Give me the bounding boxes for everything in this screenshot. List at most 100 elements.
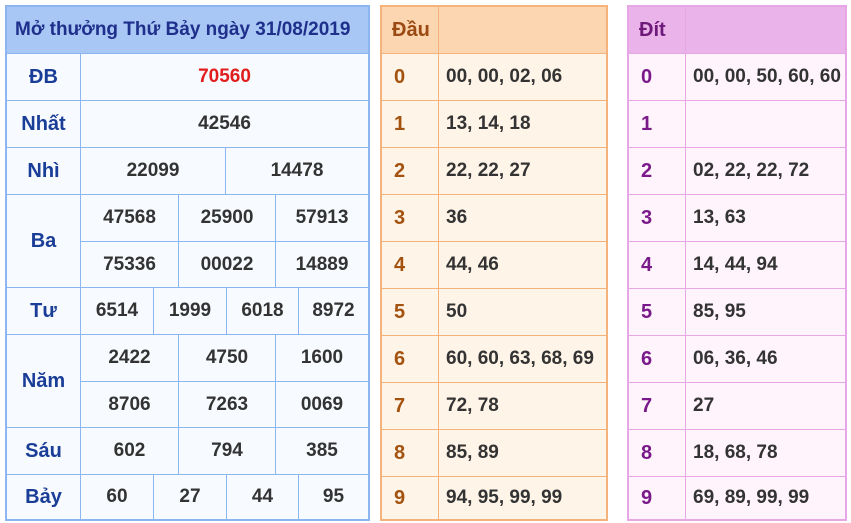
head-row: 8 85, 89 — [382, 429, 606, 476]
tail-row: 1 — [629, 100, 845, 147]
digit-key: 8 — [641, 441, 653, 464]
prize-number: 95 — [322, 486, 345, 507]
digit-key: 6 — [641, 347, 653, 370]
digit-values: 22, 22, 27 — [446, 160, 531, 181]
prize-number: 44 — [251, 486, 274, 507]
digit-key: 3 — [394, 206, 406, 229]
tail-row: 9 69, 89, 99, 99 — [629, 476, 845, 519]
prize-number: 6018 — [241, 300, 284, 321]
prize-number: 4750 — [205, 347, 249, 368]
tail-row: 3 13, 63 — [629, 194, 845, 241]
digit-values: 18, 68, 78 — [693, 442, 778, 463]
head-row: 0 00, 00, 02, 06 — [382, 53, 606, 100]
head-row: 1 13, 14, 18 — [382, 100, 606, 147]
prize-number: 57913 — [295, 207, 349, 228]
digit-key: 4 — [641, 253, 653, 276]
prize-label: Sáu — [7, 428, 81, 474]
prize-number: 14889 — [295, 254, 349, 275]
digit-values: 00, 00, 50, 60, 60 — [693, 66, 841, 87]
prize-row-third: Ba 47568 25900 57913 75336 00022 14889 — [7, 194, 368, 287]
prize-row-fifth: Năm 2422 4750 1600 8706 7263 0069 — [7, 334, 368, 427]
digit-key: 0 — [394, 65, 406, 88]
special-prize-number: 70560 — [198, 66, 251, 87]
prize-number: 8972 — [312, 300, 355, 321]
prize-number: 385 — [306, 440, 338, 461]
head-row: 9 94, 95, 99, 99 — [382, 476, 606, 519]
digit-key: 9 — [394, 486, 406, 509]
head-row: 2 22, 22, 27 — [382, 147, 606, 194]
digit-values: 00, 00, 02, 06 — [446, 66, 563, 87]
digit-key: 1 — [394, 112, 406, 135]
digit-values: 13, 14, 18 — [446, 113, 531, 134]
digit-key: 0 — [641, 65, 653, 88]
digit-values: 14, 44, 94 — [693, 254, 778, 275]
head-header-label: Đầu — [392, 18, 430, 41]
prize-label: Bảy — [7, 475, 81, 519]
head-row: 4 44, 46 — [382, 241, 606, 288]
digit-values: 06, 36, 46 — [693, 348, 778, 369]
digit-values: 85, 95 — [693, 301, 746, 322]
prize-number: 794 — [211, 440, 243, 461]
digit-values: 02, 22, 22, 72 — [693, 160, 810, 181]
prize-number: 1600 — [300, 347, 344, 368]
digit-values: 36 — [446, 207, 468, 228]
digit-key: 7 — [641, 394, 653, 417]
digit-key: 4 — [394, 253, 406, 276]
prize-label: Nhì — [7, 148, 81, 194]
digit-values: 94, 95, 99, 99 — [446, 487, 563, 508]
prize-label: ĐB — [7, 54, 81, 100]
digit-values: 69, 89, 99, 99 — [693, 487, 810, 508]
prize-number: 7263 — [205, 394, 249, 415]
digit-values — [685, 101, 845, 147]
prize-number: 602 — [113, 440, 146, 461]
prize-number: 22099 — [126, 160, 180, 181]
head-digit-table: Đầu 0 00, 00, 02, 06 1 13, 14, 18 2 22, 22,… — [380, 5, 608, 521]
prize-number: 2422 — [108, 347, 151, 368]
digit-key: 2 — [641, 159, 653, 182]
digit-key: 6 — [394, 347, 406, 370]
prize-number: 42546 — [198, 113, 251, 134]
digit-key: 2 — [394, 159, 406, 182]
prize-number: 6514 — [95, 300, 139, 321]
tail-header-label: Đít — [639, 18, 666, 41]
prize-row-sixth: Sáu 602 794 385 — [7, 427, 368, 474]
digit-key: 8 — [394, 441, 406, 464]
prize-row-special: ĐB 70560 — [7, 53, 368, 100]
tail-row: 7 27 — [629, 382, 845, 429]
prize-row-first: Nhất 42546 — [7, 100, 368, 147]
prize-number: 47568 — [103, 207, 156, 228]
prize-label: Nhất — [7, 101, 81, 147]
prize-label: Ba — [7, 195, 81, 287]
prize-number: 1999 — [168, 300, 212, 321]
digit-key: 3 — [641, 206, 653, 229]
tail-row: 5 85, 95 — [629, 288, 845, 335]
prize-row-seventh: Bảy 60 27 44 95 — [7, 474, 368, 519]
tail-digit-table: Đít 0 00, 00, 50, 60, 60 1 2 02, 22, 22, 7… — [627, 5, 847, 521]
digit-key: 5 — [641, 300, 653, 323]
results-table: Mở thưởng Thứ Bảy ngày 31/08/2019 ĐB 705… — [5, 5, 370, 521]
prize-label: Năm — [7, 335, 81, 427]
prize-number: 14478 — [270, 160, 324, 181]
prize-label: Tư — [7, 288, 81, 334]
digit-values: 13, 63 — [693, 207, 746, 228]
tail-table-header: Đít — [629, 7, 845, 53]
tail-row: 8 18, 68, 78 — [629, 429, 845, 476]
digit-key: 5 — [394, 300, 406, 323]
prize-number: 0069 — [300, 394, 344, 415]
prize-row-fourth: Tư 6514 1999 6018 8972 — [7, 287, 368, 334]
prize-number: 75336 — [103, 254, 156, 275]
digit-values: 85, 89 — [446, 442, 499, 463]
tail-row: 6 06, 36, 46 — [629, 335, 845, 382]
tail-row: 4 14, 44, 94 — [629, 241, 845, 288]
tail-row: 0 00, 00, 50, 60, 60 — [629, 53, 845, 100]
prize-number: 25900 — [200, 207, 254, 228]
prize-number: 60 — [106, 486, 128, 507]
prize-row-second: Nhì 22099 14478 — [7, 147, 368, 194]
digit-key: 9 — [641, 486, 653, 509]
digit-values: 27 — [693, 395, 715, 416]
tail-row: 2 02, 22, 22, 72 — [629, 147, 845, 194]
head-row: 6 60, 60, 63, 68, 69 — [382, 335, 606, 382]
prize-number: 27 — [179, 486, 201, 507]
page-title: Mở thưởng Thứ Bảy ngày 31/08/2019 — [7, 7, 368, 53]
head-row: 3 36 — [382, 194, 606, 241]
